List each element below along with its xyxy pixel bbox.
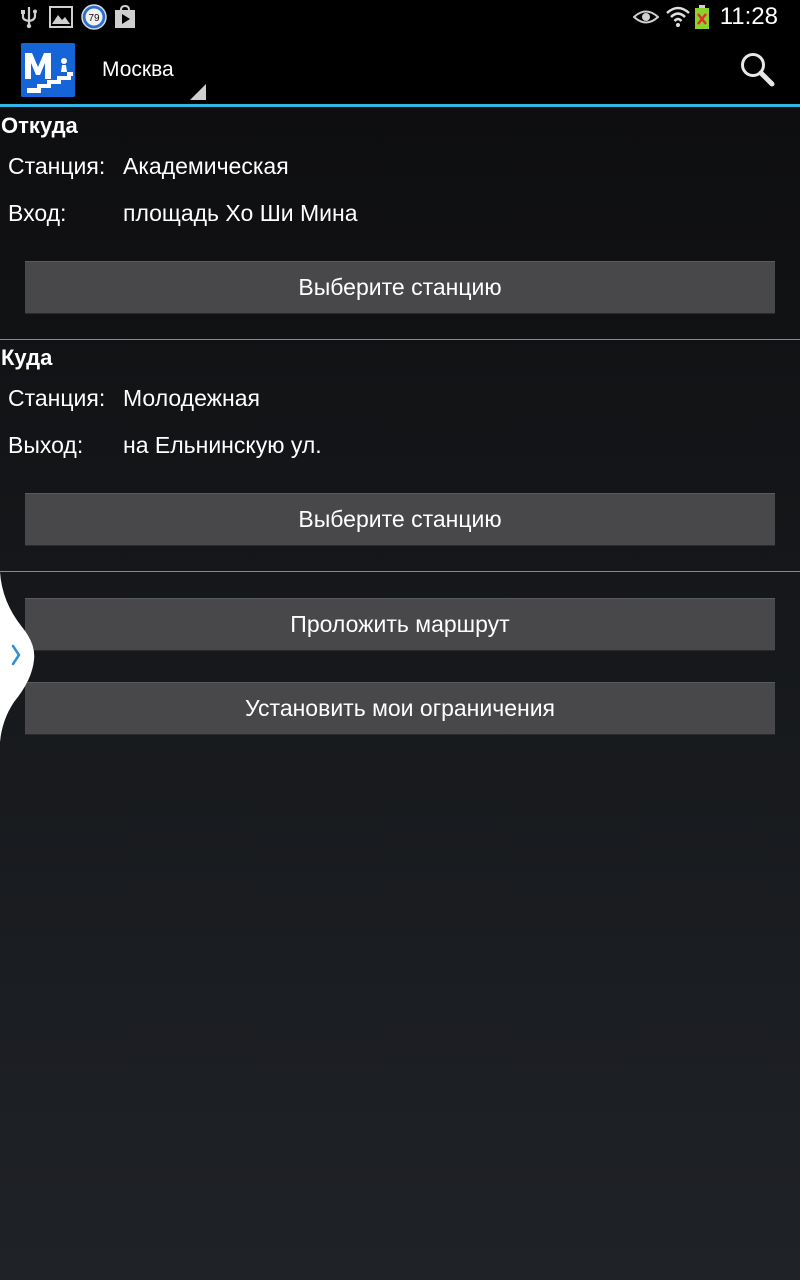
from-entrance-label: Вход: xyxy=(8,200,67,226)
to-exit-label: Выход: xyxy=(8,432,84,458)
play-store-icon xyxy=(113,4,137,30)
eye-icon xyxy=(633,4,659,30)
battery-icon xyxy=(693,4,711,30)
to-station-value: Молодежная xyxy=(123,385,260,411)
metro-logo-icon[interactable] xyxy=(21,43,75,97)
to-exit-value: на Ельнинскую ул. xyxy=(123,432,322,458)
badge-79-text: 79 xyxy=(88,13,100,24)
search-button[interactable] xyxy=(736,48,780,92)
search-icon xyxy=(741,53,775,87)
from-station-label: Станция: xyxy=(8,153,106,179)
clock: 11:28 xyxy=(719,3,778,30)
from-title: Откуда xyxy=(1,113,78,138)
from-station-value: Академическая xyxy=(123,153,289,179)
city-spinner[interactable]: Москва xyxy=(92,34,210,104)
action-bar: Москва xyxy=(0,34,800,107)
to-title: Куда xyxy=(1,345,53,370)
wifi-icon xyxy=(666,4,690,30)
status-bar: 79 11:28 xyxy=(0,0,800,34)
image-icon xyxy=(48,4,74,30)
section-divider xyxy=(0,571,800,572)
section-divider xyxy=(0,339,800,340)
build-route-button[interactable]: Проложить маршрут xyxy=(25,598,775,651)
to-choose-station-button[interactable]: Выберите станцию xyxy=(25,493,775,546)
spinner-arrow-icon xyxy=(190,84,206,100)
drawer-handle[interactable] xyxy=(0,572,40,742)
set-limits-button[interactable]: Установить мои ограничения xyxy=(25,682,775,735)
to-station-label: Станция: xyxy=(8,385,106,411)
from-entrance-value: площадь Хо Ши Мина xyxy=(123,200,358,226)
from-choose-station-button[interactable]: Выберите станцию xyxy=(25,261,775,314)
city-label: Москва xyxy=(102,58,174,81)
badge-79-icon: 79 xyxy=(81,4,107,30)
usb-icon xyxy=(18,4,40,30)
